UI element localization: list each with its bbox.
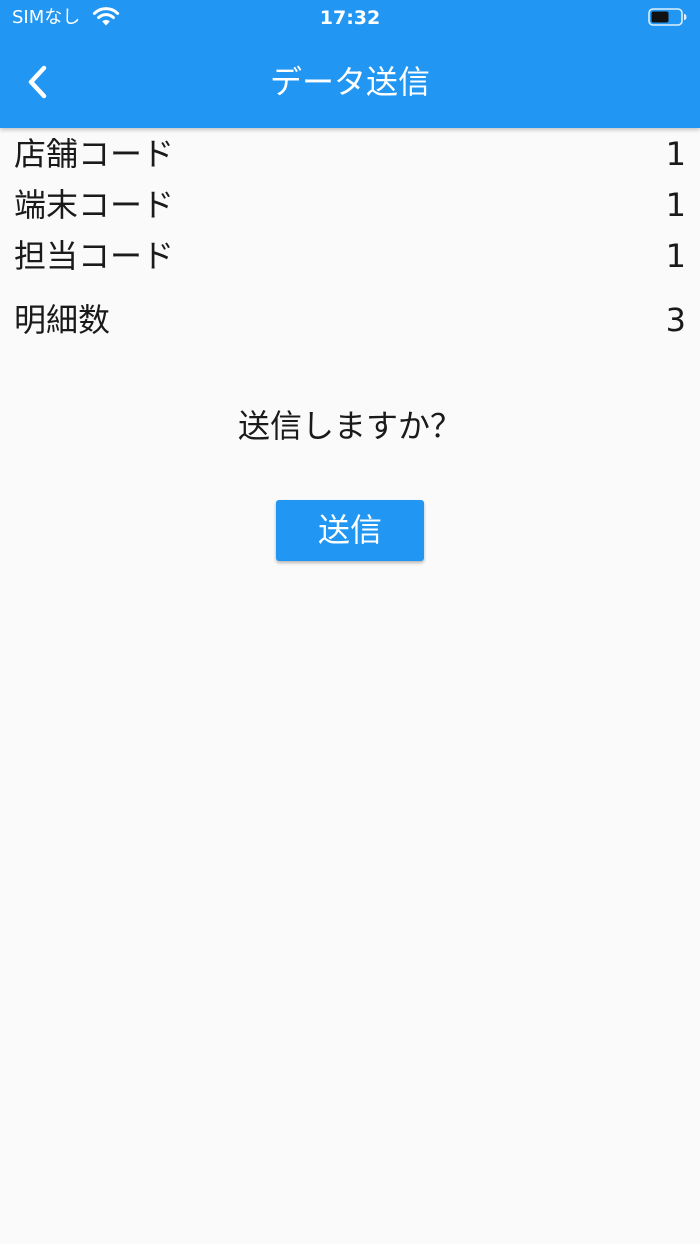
- terminal-code-label: 端末コード: [14, 186, 175, 224]
- terminal-code-value: 1: [665, 186, 686, 224]
- detail-count-row: 明細数 3: [14, 300, 686, 340]
- terminal-code-row: 端末コード 1: [14, 185, 686, 225]
- detail-count-value: 3: [665, 301, 686, 339]
- staff-code-label: 担当コード: [14, 237, 175, 275]
- page-title: データ送信: [269, 63, 430, 101]
- store-code-label: 店舗コード: [14, 135, 175, 173]
- staff-code-row: 担当コード 1: [14, 236, 686, 276]
- status-bar: SIMなし 17:32: [0, 0, 700, 36]
- screen: SIMなし 17:32 データ送信 店舗コード 1 端末コード 1 担当コード …: [0, 0, 700, 1244]
- store-code-row: 店舗コード 1: [14, 134, 686, 174]
- confirm-message: 送信しますか？: [237, 407, 462, 445]
- send-button[interactable]: 送信: [276, 500, 424, 561]
- battery-icon: [648, 7, 688, 27]
- detail-count-label: 明細数: [14, 301, 111, 339]
- app-bar: SIMなし 17:32 データ送信: [0, 0, 700, 128]
- status-time: 17:32: [319, 7, 381, 29]
- staff-code-value: 1: [665, 237, 686, 275]
- store-code-value: 1: [665, 135, 686, 173]
